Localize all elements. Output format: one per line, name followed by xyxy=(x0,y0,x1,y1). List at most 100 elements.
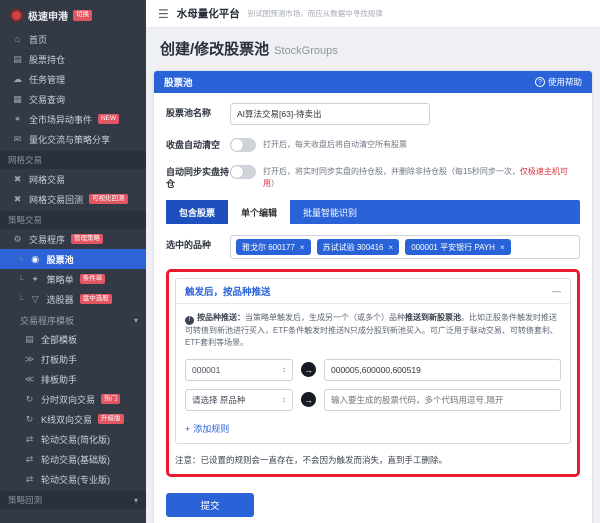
sidebar-item-intraday-two-way[interactable]: ↻ 分时双向交易 热门 xyxy=(0,389,146,409)
close-icon[interactable]: × xyxy=(300,243,305,252)
tab-single-edit[interactable]: 单个编辑 xyxy=(228,200,290,224)
app-root: 极速申港 切换 ⌂ 首页 ▤ 股票持仓 ☁ 任务管理 ▦ 交易查询 ✶ 全市场异… xyxy=(0,0,600,523)
sidebar-item-positions[interactable]: ▤ 股票持仓 xyxy=(0,49,146,69)
auto-sync-toggle[interactable] xyxy=(230,165,256,179)
section-strategy-backtest[interactable]: 策略回测 ▾ xyxy=(0,491,146,509)
card-title: 股票池 xyxy=(164,75,193,89)
cloud-icon: ☁ xyxy=(12,74,23,85)
sidebar-item-label: 交易程序 xyxy=(29,233,65,246)
annotation-highlight-box: 触发后，按品种推送 — !按品种推送：当策略单触发后，生成另一个（或多个）品种推… xyxy=(166,269,580,477)
sidebar-item-label: 网格交易回测 xyxy=(29,193,83,206)
sidebar-item-kline-two-way[interactable]: ↻ K线双向交易 升级版 xyxy=(0,409,146,429)
page-subtitle: StockGroups xyxy=(274,45,338,57)
source-variety-select[interactable]: 请选择 原品种 ↕ xyxy=(185,389,293,411)
sidebar-item-grid-backtest[interactable]: ✖ 网格交易回测 可视化回测 xyxy=(0,189,146,209)
broker-account[interactable]: 极速申港 切换 xyxy=(0,0,146,29)
edit-mode-tabs: 包含股票 单个编辑 批量智能识别 xyxy=(166,200,580,224)
sidebar-item-label: 全市场异动事件 xyxy=(29,113,92,126)
sidebar-item-market-events[interactable]: ✶ 全市场异动事件 NEW xyxy=(0,109,146,129)
app-title: 水母量化平台 xyxy=(177,6,240,21)
card-header: 股票池 ? 使用帮助 xyxy=(154,71,592,93)
sidebar-item-label: 任务管理 xyxy=(29,73,65,86)
variety-chip: 000001 平安银行 PAYH × xyxy=(405,239,510,255)
close-icon[interactable]: × xyxy=(389,243,394,252)
sidebar-item-rotation-lite[interactable]: ⇄ 轮动交易(简化版) xyxy=(0,429,146,449)
home-icon: ⌂ xyxy=(12,34,23,44)
broker-name: 极速申港 xyxy=(28,8,68,23)
add-rule-link[interactable]: + 添加规则 xyxy=(185,422,229,435)
query-icon: ▦ xyxy=(12,94,23,105)
tab-include-stocks[interactable]: 包含股票 xyxy=(166,200,228,224)
auto-clear-toggle[interactable] xyxy=(230,138,256,152)
branch-icon: └ xyxy=(18,295,24,304)
sidebar-item-trade-query[interactable]: ▦ 交易查询 xyxy=(0,89,146,109)
sidebar-item-trade-program[interactable]: ⚙ 交易程序 管理策略 xyxy=(0,229,146,249)
section-program-templates[interactable]: 交易程序模板 ▾ xyxy=(0,311,146,329)
source-variety-select[interactable]: 000001 ↕ xyxy=(185,359,293,381)
help-link[interactable]: ? 使用帮助 xyxy=(535,76,582,88)
program-badge: 管理策略 xyxy=(71,234,103,244)
broker-badge[interactable]: 切换 xyxy=(73,10,92,20)
submit-button[interactable]: 提交 xyxy=(166,493,254,517)
add-rule-label: 添加规则 xyxy=(193,422,229,435)
sidebar-item-strategy-order[interactable]: └ ✦ 策略单 条件单 xyxy=(0,269,146,289)
page-title: 创建/修改股票池 xyxy=(160,41,269,58)
sidebar-item-label: 轮动交易(基础版) xyxy=(41,453,110,466)
main-area: ☰ 水母量化平台 别试图预测市场，而应从数据中寻找规律 创建/修改股票池 Stoc… xyxy=(146,0,600,523)
rules-note: 注意：已设置的规则会一直存在，不会因为触发而消失，直到手工删除。 xyxy=(175,454,571,466)
chip-label: 雅戈尔 600177 xyxy=(242,242,295,253)
section-grid-trading: 网格交易 xyxy=(0,151,146,169)
auto-clear-desc: 打开后，每天收盘后将自动清空所有股票 xyxy=(263,135,407,151)
sidebar-item-stock-picker[interactable]: └ ▽ 选股器 盘中选股 xyxy=(0,289,146,309)
positions-icon: ▤ xyxy=(12,54,23,65)
sidebar-item-board-helper[interactable]: ≫ 打板助手 xyxy=(0,349,146,369)
sidebar-item-label: 轮动交易(简化版) xyxy=(41,433,110,446)
sidebar-item-label: 选股器 xyxy=(47,293,74,306)
topbar: ☰ 水母量化平台 别试图预测市场，而应从数据中寻找规律 xyxy=(146,0,600,28)
sidebar-item-rotation-pro[interactable]: ⇄ 轮动交易(专业版) xyxy=(0,469,146,489)
tab-batch-recognition[interactable]: 批量智能识别 xyxy=(290,200,370,224)
target-codes-input[interactable] xyxy=(324,359,561,381)
help-label: 使用帮助 xyxy=(548,76,582,88)
sidebar-item-label: 打板助手 xyxy=(41,353,77,366)
card-body: 股票池名称 收盘自动清空 打开后，每天收盘后将自动清空所有股票 自动同步实盘持仓 xyxy=(154,93,592,477)
sidebar-item-rotation-basic[interactable]: ⇄ 轮动交易(基础版) xyxy=(0,449,146,469)
select-value: 000001 xyxy=(192,365,220,375)
grid-trading-icon: ✖ xyxy=(12,174,23,185)
auto-sync-desc: 打开后，将实时同步实盘的持仓股，并删除非持仓股（每15秒同步一次，仅极速主机可用… xyxy=(263,162,580,190)
sidebar-item-stock-pool[interactable]: └ ◉ 股票池 xyxy=(0,249,146,269)
collapse-icon[interactable]: — xyxy=(552,286,561,296)
board-helper-icon: ≫ xyxy=(24,354,35,365)
section-label: 网格交易 xyxy=(8,154,42,166)
variety-chip: 雅戈尔 600177 × xyxy=(236,239,311,255)
loop-icon: ↻ xyxy=(24,394,35,405)
templates-icon: ▤ xyxy=(24,334,35,345)
menu-icon[interactable]: ☰ xyxy=(158,7,169,21)
close-icon[interactable]: × xyxy=(500,243,505,252)
chevron-down-icon: ▾ xyxy=(134,316,138,325)
sidebar-item-quant-share[interactable]: ✉ 量化交流与策略分享 xyxy=(0,129,146,149)
sidebar-item-queue-helper[interactable]: ≪ 排板助手 xyxy=(0,369,146,389)
target-codes-input[interactable] xyxy=(324,389,561,411)
sidebar-item-label: 全部模板 xyxy=(41,333,77,346)
sidebar-item-label: 股票持仓 xyxy=(29,53,65,66)
sidebar-item-tasks[interactable]: ☁ 任务管理 xyxy=(0,69,146,89)
sidebar-item-label: 分时双向交易 xyxy=(41,393,95,406)
pool-name-input[interactable] xyxy=(230,103,430,125)
sidebar-item-all-templates[interactable]: ▤ 全部模板 xyxy=(0,329,146,349)
sidebar-item-grid-trading[interactable]: ✖ 网格交易 xyxy=(0,169,146,189)
rotate-icon: ⇄ xyxy=(24,434,35,445)
stock-picker-icon: ▽ xyxy=(30,294,41,305)
info-icon: ! xyxy=(185,316,194,325)
stock-pool-card: 股票池 ? 使用帮助 股票池名称 收盘自动清空 打开后 xyxy=(154,71,592,523)
selected-varieties-box[interactable]: 雅戈尔 600177 × 苏试试验 300416 × 000001 平安银行 P… xyxy=(230,235,580,259)
chip-label: 000001 平安银行 PAYH xyxy=(411,242,495,253)
sidebar-item-label: 首页 xyxy=(29,33,47,46)
sidebar-item-label: 网格交易 xyxy=(29,173,65,186)
app-slogan: 别试图预测市场，而应从数据中寻找规律 xyxy=(248,8,383,19)
auto-sync-label: 自动同步实盘持仓 xyxy=(166,162,230,190)
stock-pool-icon: ◉ xyxy=(30,254,41,265)
intraday-badge: 热门 xyxy=(101,394,120,404)
broker-logo-icon xyxy=(10,9,23,22)
sidebar-item-home[interactable]: ⌂ 首页 xyxy=(0,29,146,49)
